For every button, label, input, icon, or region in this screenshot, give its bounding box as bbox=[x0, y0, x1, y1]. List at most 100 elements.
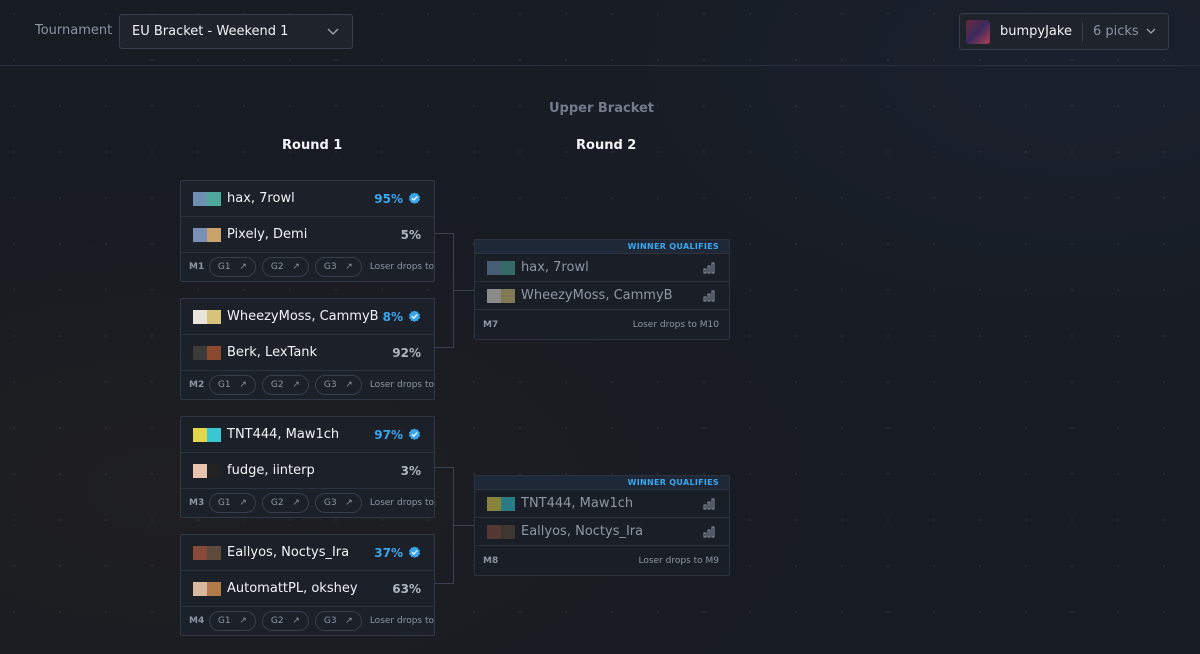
pick-percentage: 37% bbox=[374, 546, 421, 560]
game-link-button[interactable]: G2 ↗ bbox=[261, 493, 309, 513]
bracket-connector bbox=[435, 233, 454, 348]
game-link-button[interactable]: G3 ↗ bbox=[314, 257, 362, 277]
pick-percentage: 8% bbox=[383, 310, 421, 324]
team-name: Eallyos, Noctys_Ira bbox=[227, 545, 350, 560]
team-name: Pixely, Demi bbox=[227, 227, 308, 242]
match-id: M1 bbox=[189, 262, 205, 272]
team-avatars bbox=[193, 309, 221, 324]
loser-drops-text: Loser drops to bbox=[369, 262, 434, 272]
divider bbox=[1081, 21, 1083, 42]
winner-qualifies-banner: WINNER QUALIFIES bbox=[475, 476, 729, 490]
team-name: hax, 7rowl bbox=[521, 260, 589, 275]
team-name: Berk, LexTank bbox=[227, 345, 318, 360]
team-row[interactable]: hax, 7rowl bbox=[475, 254, 729, 282]
stats-bars-icon[interactable] bbox=[703, 526, 715, 538]
tournament-label: Tournament bbox=[35, 23, 113, 38]
stats-bars-icon[interactable] bbox=[703, 262, 715, 274]
game-link-button[interactable]: G2 ↗ bbox=[261, 611, 309, 631]
match-footer: M2 G1 ↗ G2 ↗ G3 ↗ Loser drops to bbox=[181, 371, 434, 399]
team-row[interactable]: WheezyMoss, CammyB 8% bbox=[181, 299, 434, 335]
team-avatars bbox=[193, 227, 221, 242]
match-footer: M8 Loser drops to M9 bbox=[475, 546, 729, 575]
match-card: hax, 7rowl 95% Pixely, Demi 5% M1 G1 ↗ G… bbox=[180, 180, 435, 282]
pick-percentage: 3% bbox=[400, 463, 421, 478]
external-arrow-icon: ↗ bbox=[239, 380, 247, 390]
game-link-button[interactable]: G2 ↗ bbox=[261, 257, 309, 277]
team-name: WheezyMoss, CammyB bbox=[521, 288, 673, 303]
team-avatars bbox=[193, 191, 221, 206]
team-row[interactable]: Berk, LexTank 92% bbox=[181, 335, 434, 371]
game-link-button[interactable]: G1 ↗ bbox=[208, 611, 256, 631]
team-row[interactable]: TNT444, Maw1ch 97% bbox=[181, 417, 434, 453]
team-name: TNT444, Maw1ch bbox=[521, 496, 634, 511]
match-id: M3 bbox=[189, 498, 205, 508]
external-arrow-icon: ↗ bbox=[239, 498, 247, 508]
match-id: M8 bbox=[483, 556, 499, 566]
external-arrow-icon: ↗ bbox=[292, 380, 300, 390]
team-name: AutomattPL, okshey bbox=[227, 581, 358, 596]
team-name: hax, 7rowl bbox=[227, 191, 295, 206]
match-card: TNT444, Maw1ch 97% fudge, iinterp 3% M3 … bbox=[180, 416, 435, 518]
verified-check-icon bbox=[408, 192, 421, 204]
team-row[interactable]: fudge, iinterp 3% bbox=[181, 453, 434, 489]
loser-drops-text: Loser drops to bbox=[369, 380, 434, 390]
pick-percentage: 92% bbox=[392, 345, 421, 360]
external-arrow-icon: ↗ bbox=[345, 498, 353, 508]
external-arrow-icon: ↗ bbox=[345, 380, 353, 390]
team-row[interactable]: AutomattPL, okshey 63% bbox=[181, 571, 434, 607]
stats-bars-icon[interactable] bbox=[703, 498, 715, 510]
team-avatars bbox=[193, 427, 221, 442]
match-id: M7 bbox=[483, 320, 499, 330]
team-avatars bbox=[487, 496, 515, 511]
avatar bbox=[966, 19, 990, 44]
game-link-button[interactable]: G1 ↗ bbox=[208, 493, 256, 513]
team-avatars bbox=[193, 345, 221, 360]
match-id: M4 bbox=[189, 616, 205, 626]
pick-percentage: 63% bbox=[392, 581, 421, 596]
round-1-title: Round 1 bbox=[282, 138, 343, 153]
game-link-button[interactable]: G2 ↗ bbox=[261, 375, 309, 395]
match-id: M2 bbox=[189, 380, 205, 390]
team-avatars bbox=[193, 463, 221, 478]
game-link-button[interactable]: G3 ↗ bbox=[314, 375, 362, 395]
team-avatars bbox=[193, 545, 221, 560]
team-row[interactable]: Pixely, Demi 5% bbox=[181, 217, 434, 253]
external-arrow-icon: ↗ bbox=[292, 498, 300, 508]
team-name: WheezyMoss, CammyB bbox=[227, 309, 379, 324]
external-arrow-icon: ↗ bbox=[239, 616, 247, 626]
team-avatars bbox=[487, 260, 515, 275]
winner-qualifies-banner: WINNER QUALIFIES bbox=[475, 240, 729, 254]
external-arrow-icon: ↗ bbox=[239, 262, 247, 272]
stats-bars-icon[interactable] bbox=[703, 290, 715, 302]
round-2-title: Round 2 bbox=[576, 138, 637, 153]
team-row[interactable]: Eallyos, Noctys_Ira bbox=[475, 518, 729, 546]
match-card: WINNER QUALIFIES hax, 7rowl WheezyMoss, … bbox=[474, 239, 730, 340]
team-row[interactable]: hax, 7rowl 95% bbox=[181, 181, 434, 217]
game-link-button[interactable]: G3 ↗ bbox=[314, 493, 362, 513]
tournament-select[interactable]: EU Bracket - Weekend 1 bbox=[119, 14, 353, 49]
loser-drops-text: Loser drops to M10 bbox=[632, 320, 719, 330]
match-card: WINNER QUALIFIES TNT444, Maw1ch Eallyos,… bbox=[474, 475, 730, 576]
game-link-button[interactable]: G1 ↗ bbox=[208, 375, 256, 395]
top-bar: Tournament EU Bracket - Weekend 1 bumpyJ… bbox=[0, 0, 1200, 66]
team-row[interactable]: WheezyMoss, CammyB bbox=[475, 282, 729, 310]
external-arrow-icon: ↗ bbox=[345, 616, 353, 626]
external-arrow-icon: ↗ bbox=[292, 616, 300, 626]
bracket-connector bbox=[435, 467, 454, 584]
match-card: Eallyos, Noctys_Ira 37% AutomattPL, oksh… bbox=[180, 534, 435, 636]
team-avatars bbox=[487, 524, 515, 539]
team-row[interactable]: Eallyos, Noctys_Ira 37% bbox=[181, 535, 434, 571]
username: bumpyJake bbox=[1000, 24, 1072, 39]
pick-percentage: 97% bbox=[374, 428, 421, 442]
match-footer: M1 G1 ↗ G2 ↗ G3 ↗ Loser drops to bbox=[181, 253, 434, 281]
team-row[interactable]: TNT444, Maw1ch bbox=[475, 490, 729, 518]
game-link-button[interactable]: G1 ↗ bbox=[208, 257, 256, 277]
game-link-button[interactable]: G3 ↗ bbox=[314, 611, 362, 631]
user-picks-dropdown[interactable]: bumpyJake 6 picks bbox=[959, 13, 1169, 50]
chevron-down-icon bbox=[327, 28, 339, 35]
pick-percentage: 95% bbox=[374, 192, 421, 206]
loser-drops-text: Loser drops to bbox=[369, 498, 434, 508]
pick-percentage: 5% bbox=[400, 227, 421, 242]
external-arrow-icon: ↗ bbox=[292, 262, 300, 272]
match-footer: M7 Loser drops to M10 bbox=[475, 310, 729, 339]
